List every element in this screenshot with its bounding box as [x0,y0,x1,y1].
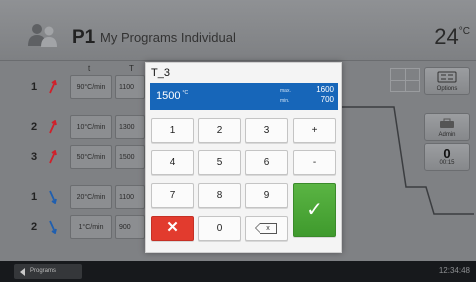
heat-up-arrow-icon [49,120,57,134]
temperature-cell[interactable]: 1500 [115,145,145,169]
key-4[interactable]: 4 [151,150,194,175]
table-row: 1 20°C/min 1100 [0,182,150,214]
options-icon [437,71,457,83]
max-value: 1600 [316,85,334,94]
key-7[interactable]: 7 [151,183,194,208]
cancel-button[interactable]: ✕ [151,216,194,241]
close-icon: ✕ [166,219,179,236]
key-2[interactable]: 2 [198,118,241,143]
value-input[interactable]: 1500 °C max. 1600 min. 700 [150,83,338,110]
user-group-icon[interactable] [26,22,60,48]
admin-icon [440,118,454,128]
heat-up-arrow-icon [49,80,57,94]
heat-up-arrow-icon [49,150,57,164]
checkmark-icon: ✓ [306,199,323,221]
value-number: 1500 [156,90,181,102]
program-number: P1 [72,27,96,48]
temperature-cell[interactable]: 1100 [115,185,145,209]
key-3[interactable]: 3 [245,118,288,143]
rate-cell[interactable]: 50°C/min [70,145,112,169]
footer-bar: Programs 12:34:48 [0,261,476,282]
options-button[interactable]: Options [424,67,470,95]
rate-cell[interactable]: 10°C/min [70,115,112,139]
table-row: 3 50°C/min 1500 [0,142,150,174]
max-label: max. [280,88,291,94]
options-label: Options [436,86,458,92]
admin-button[interactable]: Admin [424,113,470,141]
programs-back-button[interactable]: Programs [14,264,82,279]
temperature-cell[interactable]: 1100 [115,75,145,99]
timer-button[interactable]: 0 00:15 [424,143,470,171]
temperature-display: 24°C [434,24,470,50]
back-arrow-icon [20,268,25,276]
value-unit: °C [182,90,189,96]
row-number: 1 [31,81,38,93]
temperature-cell[interactable]: 900 [115,215,145,239]
table-row: 2 10°C/min 1300 [0,112,150,144]
key-8[interactable]: 8 [198,183,241,208]
numeric-keypad-dialog: T_3 1500 °C max. 1600 min. 700 1 2 3 + 4 … [145,62,342,253]
row-number: 1 [31,191,38,203]
key-6[interactable]: 6 [245,150,288,175]
table-row: 1 90°C/min 1100 [0,72,150,104]
plus-key[interactable]: + [293,118,336,143]
key-9[interactable]: 9 [245,183,288,208]
timer-time: 00:15 [439,160,455,166]
admin-label: Admin [438,132,456,138]
table-row: 2 1°C/min 900 [0,212,150,244]
key-1[interactable]: 1 [151,118,194,143]
temperature-unit: °C [458,26,470,37]
row-number: 3 [31,151,38,163]
program-title: My Programs Individual [100,30,236,45]
minus-key[interactable]: - [293,150,336,175]
current-value: 1500 °C [156,90,188,102]
back-button-label: Programs [30,268,57,274]
timer-value: 0 [443,146,451,161]
header-bar: P1 My Programs Individual 24°C [0,0,476,61]
clock: 12:34:48 [438,266,470,275]
min-value: 700 [320,95,334,104]
confirm-button[interactable]: ✓ [293,183,336,237]
rate-cell[interactable]: 1°C/min [70,215,112,239]
key-5[interactable]: 5 [198,150,241,175]
rate-cell[interactable]: 90°C/min [70,75,112,99]
min-label: min. [280,98,290,104]
cool-down-arrow-icon [49,220,57,234]
row-number: 2 [31,121,38,133]
cool-down-arrow-icon [49,190,57,204]
temperature-cell[interactable]: 1300 [115,115,145,139]
rate-cell[interactable]: 20°C/min [70,185,112,209]
dialog-title: T_3 [151,67,170,79]
temperature-value: 24 [434,24,459,49]
backspace-button[interactable]: x [245,216,288,241]
key-0[interactable]: 0 [198,216,241,241]
row-number: 2 [31,221,38,233]
backspace-icon: x [255,222,277,234]
grid-icon [390,68,420,92]
